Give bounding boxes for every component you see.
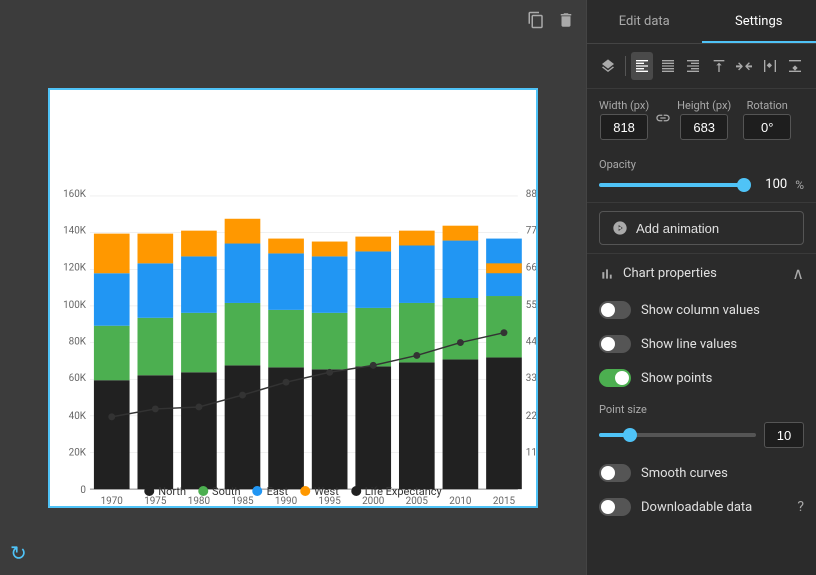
show-column-values-toggle[interactable] — [599, 301, 631, 319]
height-field: Height (px) — [677, 99, 731, 140]
svg-text:20K: 20K — [69, 447, 87, 458]
svg-text:40K: 40K — [69, 410, 87, 421]
opacity-section: Opacity 100 % — [587, 150, 816, 203]
distribute-v-btn[interactable] — [784, 52, 806, 80]
help-icon[interactable]: ? — [797, 499, 804, 515]
top-toolbar — [524, 8, 578, 32]
svg-text:77: 77 — [526, 225, 536, 236]
right-panel: Edit data Settings Width — [586, 0, 816, 575]
svg-text:66: 66 — [526, 262, 536, 273]
point-size-slider[interactable] — [599, 433, 756, 437]
legend-south: South — [198, 485, 241, 498]
opacity-thumb[interactable] — [737, 178, 751, 192]
svg-text:44: 44 — [526, 336, 536, 347]
rotation-field: Rotation — [743, 99, 791, 140]
svg-text:1970: 1970 — [101, 496, 123, 506]
show-points-row: Show points — [587, 361, 816, 395]
svg-text:60K: 60K — [69, 373, 87, 384]
icon-row — [587, 44, 816, 89]
dimensions-row: Width (px) Height (px) Rotation — [587, 89, 816, 150]
svg-text:2015: 2015 — [493, 496, 516, 506]
tab-settings[interactable]: Settings — [702, 0, 816, 43]
align-center-h-btn[interactable] — [657, 52, 679, 80]
tab-edit-data[interactable]: Edit data — [587, 0, 702, 43]
svg-text:11: 11 — [526, 447, 536, 458]
point-size-control — [599, 422, 804, 448]
copy-icon[interactable] — [524, 8, 548, 32]
point-size-section: Point size — [587, 395, 816, 456]
opacity-control: 100 % — [599, 177, 804, 192]
svg-text:140K: 140K — [63, 225, 87, 236]
svg-text:160K: 160K — [63, 188, 87, 199]
svg-text:120K: 120K — [63, 262, 87, 273]
link-icon[interactable] — [655, 110, 671, 130]
chevron-up-icon: ∧ — [792, 264, 804, 283]
refresh-icon[interactable]: ↻ — [10, 541, 27, 565]
legend-life-expectancy: Life Expectancy — [351, 485, 442, 498]
legend-north: North — [144, 485, 186, 498]
tabs: Edit data Settings — [587, 0, 816, 44]
point-size-input[interactable] — [764, 422, 804, 448]
smooth-curves-toggle[interactable] — [599, 464, 631, 482]
show-line-values-toggle[interactable] — [599, 335, 631, 353]
align-middle-btn[interactable] — [733, 52, 755, 80]
chart-container: 160K 140K 120K 100K 80K 60K 40K 20K 0 88… — [48, 88, 538, 508]
icon-divider-1 — [625, 56, 626, 76]
align-left-btn[interactable] — [631, 52, 653, 80]
svg-text:33: 33 — [526, 373, 536, 384]
rotation-input[interactable] — [743, 114, 791, 140]
delete-icon[interactable] — [554, 8, 578, 32]
svg-text:55: 55 — [526, 299, 536, 310]
left-panel: 160K 140K 120K 100K 80K 60K 40K 20K 0 88… — [0, 0, 586, 575]
align-top-btn[interactable] — [708, 52, 730, 80]
svg-text:22: 22 — [526, 410, 536, 421]
chart-legend: North South East West Life Expectancy — [144, 485, 441, 498]
svg-text:80K: 80K — [69, 336, 87, 347]
show-points-toggle[interactable] — [599, 369, 631, 387]
svg-text:2010: 2010 — [449, 496, 471, 506]
width-field: Width (px) — [599, 99, 649, 140]
point-size-thumb[interactable] — [623, 428, 637, 442]
width-input[interactable] — [600, 114, 648, 140]
add-animation-button[interactable]: Add animation — [599, 211, 804, 245]
height-input[interactable] — [680, 114, 728, 140]
svg-text:88: 88 — [526, 188, 536, 199]
layers-icon-btn[interactable] — [597, 52, 619, 80]
downloadable-data-toggle[interactable] — [599, 498, 631, 516]
distribute-h-btn[interactable] — [759, 52, 781, 80]
legend-east: East — [253, 485, 289, 498]
show-line-values-row: Show line values — [587, 327, 816, 361]
chart-properties-header[interactable]: Chart properties ∧ — [587, 253, 816, 293]
downloadable-data-row: Downloadable data ? — [587, 490, 816, 524]
opacity-slider[interactable] — [599, 183, 749, 187]
legend-west: West — [300, 485, 339, 498]
svg-text:0: 0 — [80, 485, 86, 496]
align-right-btn[interactable] — [682, 52, 704, 80]
svg-text:100K: 100K — [63, 299, 87, 310]
smooth-curves-row: Smooth curves — [587, 456, 816, 490]
show-column-values-row: Show column values — [587, 293, 816, 327]
